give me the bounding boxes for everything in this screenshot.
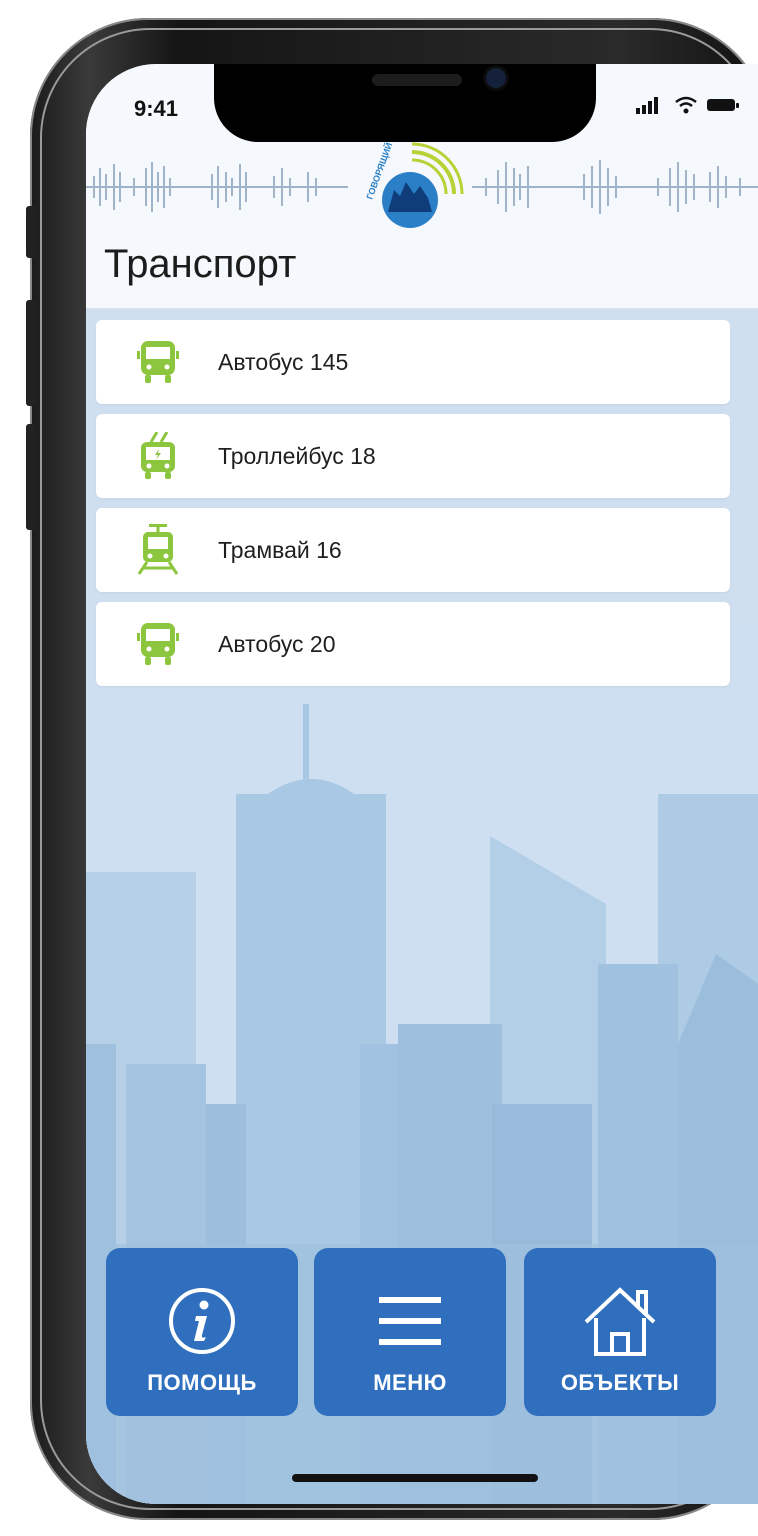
list-item-label: Автобус 20 <box>218 630 336 657</box>
trolleybus-icon <box>132 430 184 482</box>
front-camera <box>486 68 506 88</box>
menu-button[interactable]: МЕНЮ <box>314 1248 506 1416</box>
status-time: 9:41 <box>134 96 179 121</box>
home-indicator[interactable] <box>292 1474 538 1482</box>
list-item-label: Автобус 145 <box>218 348 349 375</box>
home-icon <box>524 1286 716 1356</box>
list-item-bus-20[interactable]: Автобус 20 <box>96 602 730 686</box>
sound-wave-right-decoration <box>472 160 758 214</box>
objects-button-label: ОБЪЕКТЫ <box>560 1370 680 1395</box>
list-item-label: Трамвай 16 <box>218 536 342 563</box>
list-item-tram-16[interactable]: Трамвай 16 <box>96 508 730 592</box>
earpiece-speaker <box>372 74 462 86</box>
phone-screen: ГОВОРЯЩИЙ ГОРОД Транспорт 9:41 Автобус 1… <box>86 64 758 1504</box>
volume-down-button <box>26 424 36 530</box>
help-button[interactable]: ПОМОЩЬ <box>106 1248 298 1416</box>
bus-icon <box>132 336 184 388</box>
help-button-label: ПОМОЩЬ <box>147 1370 257 1395</box>
list-item-label: Троллейбус 18 <box>218 442 376 469</box>
page-title: Транспорт <box>104 242 297 286</box>
menu-button-label: МЕНЮ <box>373 1370 447 1395</box>
transport-list: Автобус 145 Троллейбус 18 Трамвай 16 Авт… <box>96 320 730 696</box>
objects-button[interactable]: ОБЪЕКТЫ <box>524 1248 716 1416</box>
sound-wave-left-decoration <box>86 162 348 212</box>
list-item-trolleybus-18[interactable]: Троллейбус 18 <box>96 414 730 498</box>
bus-icon <box>132 618 184 670</box>
bottom-nav: ПОМОЩЬ МЕНЮ ОБЪЕКТЫ <box>106 1248 740 1416</box>
volume-up-button <box>26 300 36 406</box>
mute-switch <box>26 206 36 258</box>
battery-icon <box>707 99 739 111</box>
status-icons <box>636 96 740 114</box>
list-item-bus-145[interactable]: Автобус 145 <box>96 320 730 404</box>
phone-notch <box>214 64 596 142</box>
menu-icon <box>314 1286 506 1356</box>
info-icon <box>106 1286 298 1356</box>
talking-city-logo: ГОВОРЯЩИЙ ГОРОД <box>364 134 464 228</box>
signal-icon <box>636 97 658 114</box>
wifi-icon <box>675 96 697 114</box>
tram-icon <box>132 524 184 576</box>
